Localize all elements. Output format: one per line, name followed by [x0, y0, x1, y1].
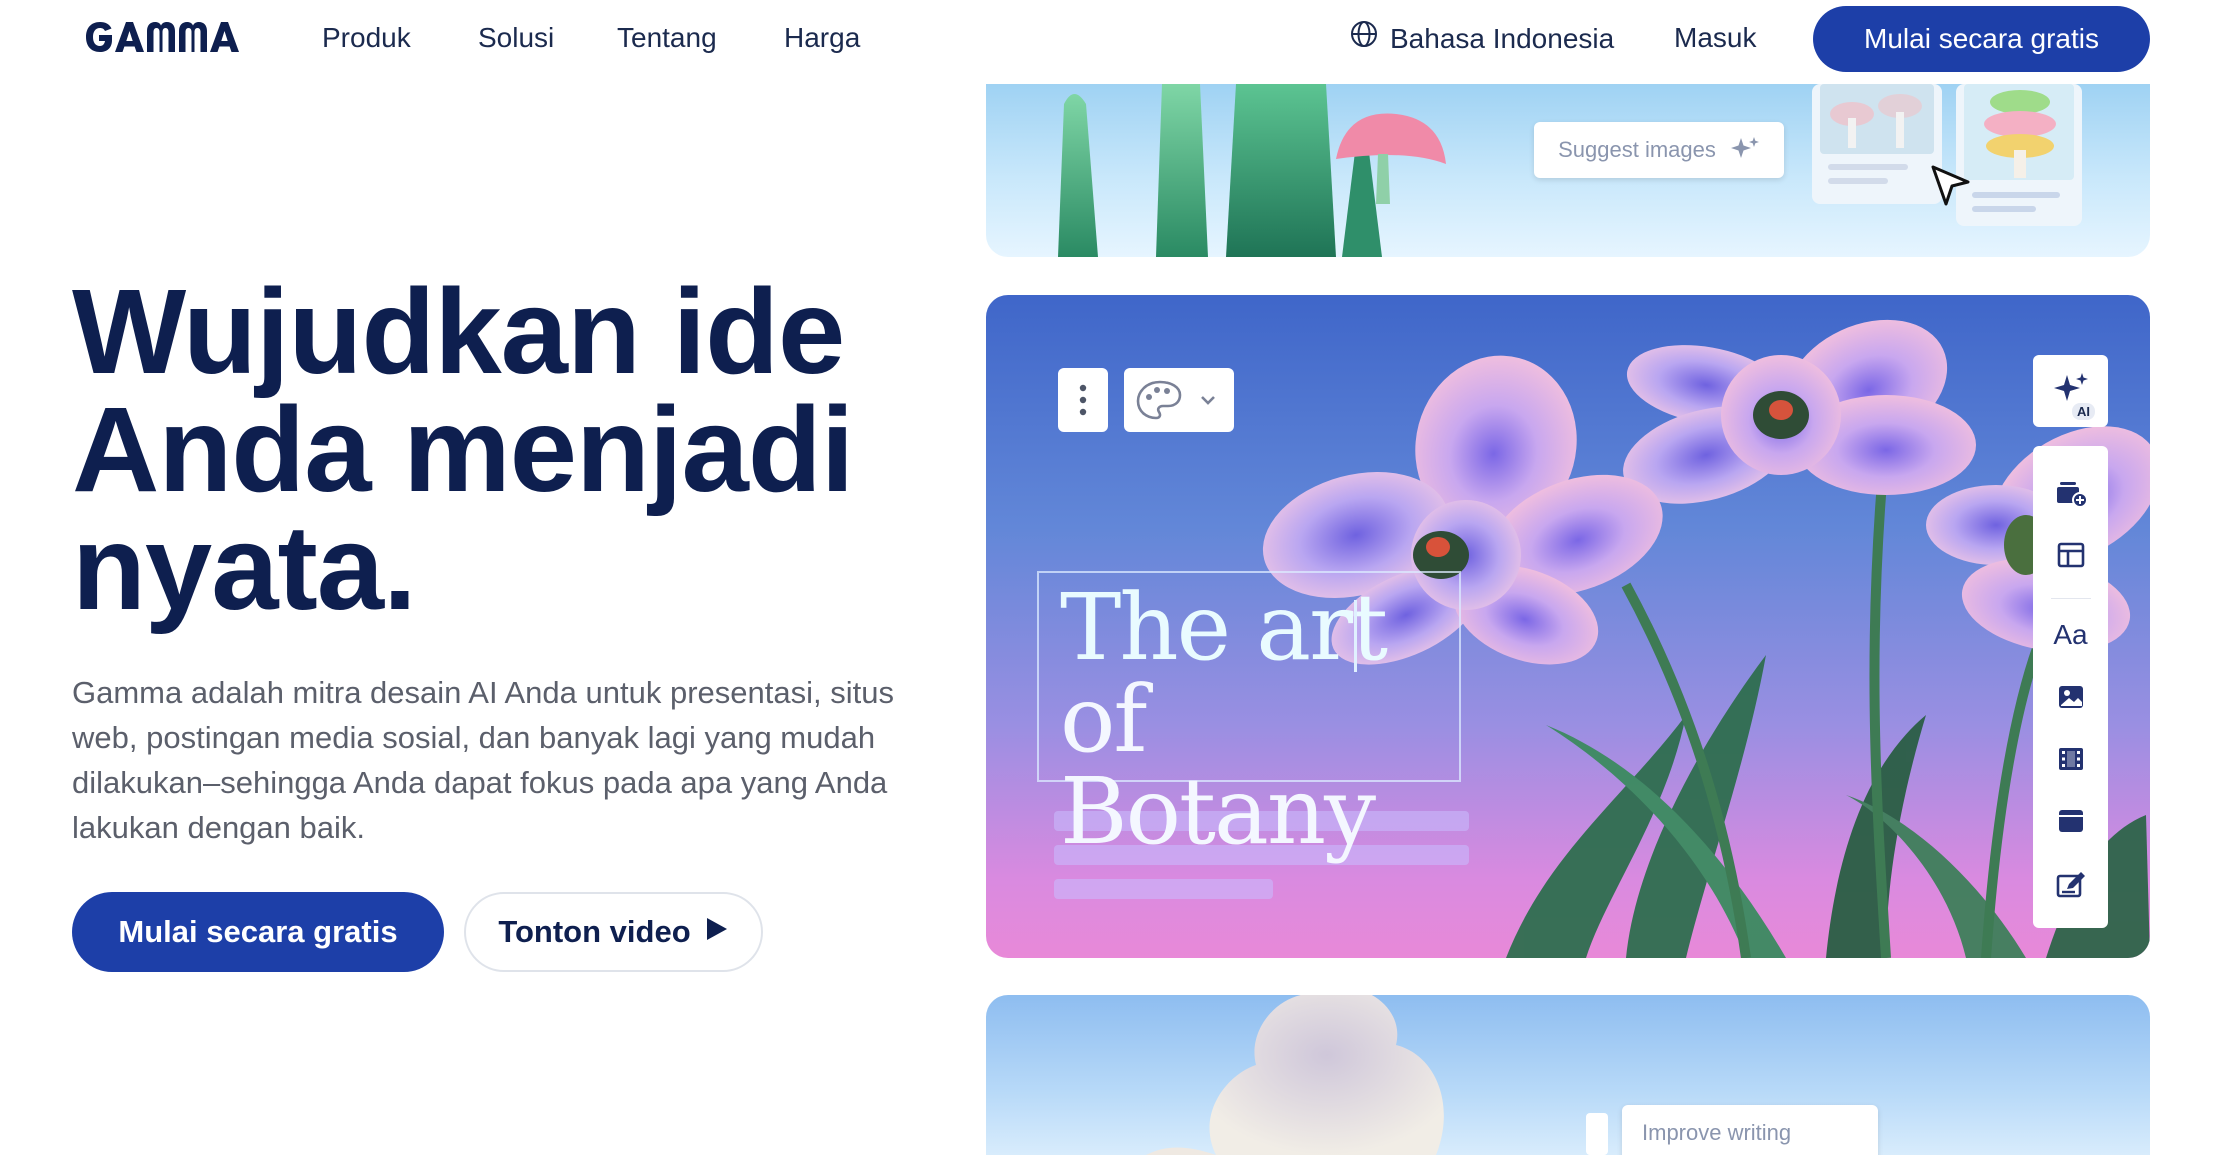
image-thumbnail[interactable] [1812, 84, 1942, 204]
improve-writing-label: Improve writing [1642, 1120, 1792, 1145]
image-thumbnail[interactable] [1956, 84, 2082, 226]
watch-video-button[interactable]: Tonton video [464, 892, 763, 972]
globe-icon [1350, 20, 1378, 57]
ai-assist-button[interactable] [2033, 355, 2108, 427]
theme-dropdown[interactable] [1124, 368, 1234, 432]
ai-badge: AI [2072, 403, 2095, 420]
preview-card-top: Suggest images [986, 84, 2150, 257]
theme-palette-icon [1136, 380, 1182, 420]
panel-divider [2051, 598, 2091, 599]
add-card-button[interactable] [2033, 468, 2108, 518]
nav-link-tentang[interactable]: Tentang [617, 20, 717, 56]
chevron-down-icon [1201, 396, 1215, 405]
hero-title-line: Wujudkan ide [72, 263, 845, 399]
nav-signup-button[interactable]: Mulai secara gratis [1813, 6, 2150, 72]
card-heading-line: The art [1060, 574, 1388, 681]
suggest-images-chip[interactable]: Suggest images [1534, 122, 1784, 178]
improve-writing-chip[interactable]: Improve writing [1622, 1105, 1878, 1155]
hero-signup-button[interactable]: Mulai secara gratis [72, 892, 444, 972]
nav-link-solusi[interactable]: Solusi [478, 20, 554, 56]
card-tools-panel: Aa [2033, 446, 2108, 928]
preview-card-bottom: Improve writing [986, 995, 2150, 1155]
language-label: Bahasa Indonesia [1390, 22, 1615, 54]
text-style-button[interactable]: Aa [2033, 610, 2108, 660]
play-icon [705, 914, 729, 950]
card-menu-icon [1079, 384, 1087, 416]
block-menu-icon[interactable] [1586, 1113, 1608, 1155]
hero-title-line: Anda menjadi [72, 381, 854, 517]
watch-video-label: Tonton video [498, 914, 691, 949]
video-icon [2058, 748, 2083, 770]
placeholder-line [1054, 879, 1273, 899]
layout-icon [2057, 542, 2084, 568]
cloud-illustration [1146, 995, 1444, 1155]
top-nav: Produk Solusi Tentang Harga Bahasa Indon… [0, 0, 2237, 84]
mouse-cursor-icon [1930, 164, 1972, 215]
card-heading-line: of Botany [1060, 666, 1376, 865]
text-style-icon: Aa [2053, 619, 2088, 650]
edit-form-icon [2056, 872, 2085, 898]
embed-button[interactable] [2033, 796, 2108, 846]
sparkle-icon [1730, 135, 1760, 166]
nav-link-harga[interactable]: Harga [784, 20, 860, 56]
suggest-images-label: Suggest images [1558, 137, 1716, 162]
card-heading[interactable]: The art of Botany [1060, 582, 1480, 858]
video-button[interactable] [2033, 734, 2108, 784]
gamma-logo[interactable] [86, 20, 254, 64]
text-caret [1354, 600, 1357, 672]
edit-form-button[interactable] [2033, 860, 2108, 910]
card-menu-button[interactable] [1058, 368, 1108, 432]
language-selector[interactable]: Bahasa Indonesia [1350, 20, 1614, 57]
hero-subtitle: Gamma adalah mitra desain AI Anda untuk … [72, 675, 894, 845]
image-button[interactable] [2033, 672, 2108, 722]
layout-button[interactable] [2033, 530, 2108, 580]
nav-link-produk[interactable]: Produk [322, 20, 411, 56]
add-card-icon [2056, 482, 2088, 508]
embed-icon [2058, 810, 2083, 832]
login-link[interactable]: Masuk [1674, 20, 1756, 56]
image-icon [2058, 686, 2083, 708]
hero-title-line: nyata. [72, 499, 417, 635]
hero-title: Wujudkan ide Anda menjadi nyata. [72, 263, 932, 635]
